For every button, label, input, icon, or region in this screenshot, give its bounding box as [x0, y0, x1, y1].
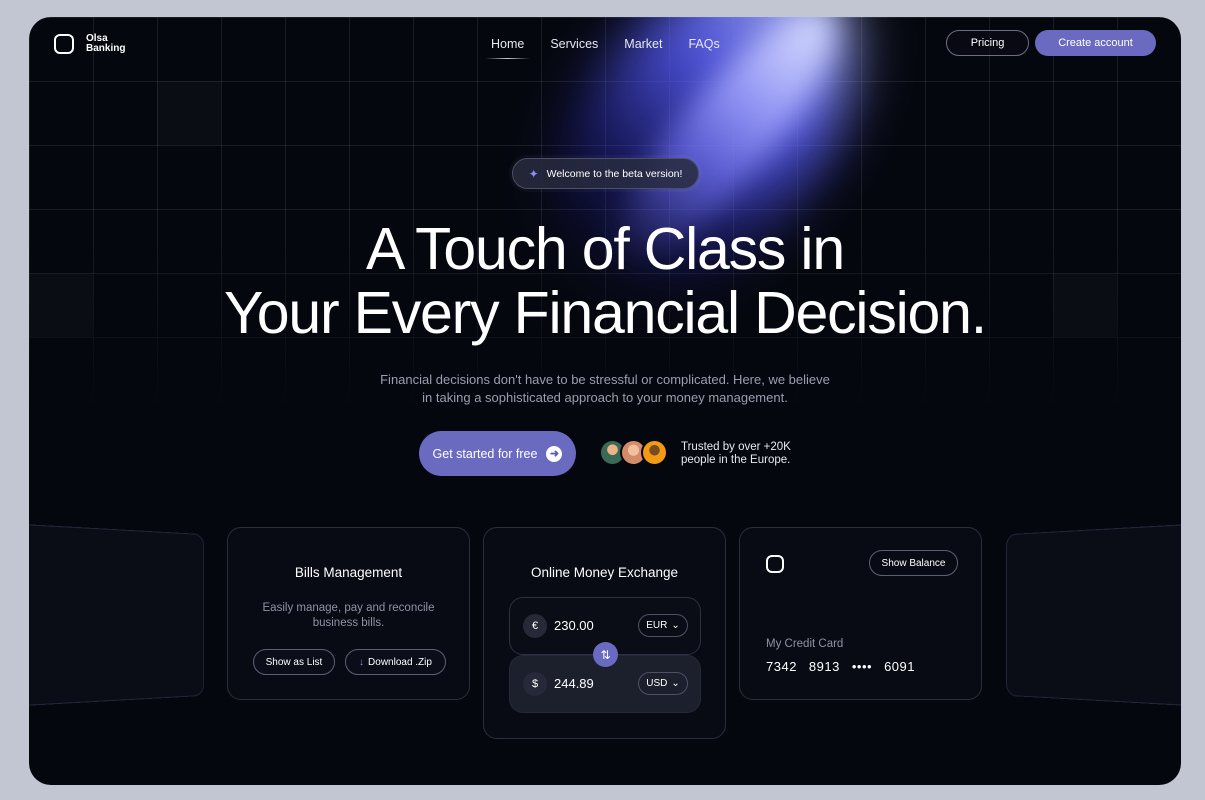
side-card-right [1006, 523, 1181, 707]
trusted-line1: Trusted by over +20K [681, 441, 791, 453]
avatar [641, 439, 668, 466]
user-avatars [599, 439, 668, 466]
show-as-list-button[interactable]: Show as List [253, 649, 335, 675]
download-icon: ↓ [359, 656, 365, 668]
dollar-icon: $ [523, 672, 547, 696]
pricing-button[interactable]: Pricing [946, 30, 1029, 56]
app-frame: Olsa Banking Home Services Market FAQs P… [29, 17, 1181, 785]
to-amount-input[interactable]: 244.89 [554, 676, 594, 691]
card-logo-icon [766, 555, 784, 573]
download-zip-label: Download .Zip [368, 656, 432, 668]
credit-card-label: My Credit Card [766, 638, 844, 650]
beta-badge-label: Welcome to the beta version! [546, 167, 683, 180]
sparkle-icon: ✦ [528, 166, 539, 181]
card-number-group: 8913 [808, 659, 840, 674]
bills-description: Easily manage, pay and reconcile busines… [228, 601, 469, 631]
hero-subtitle: Financial decisions don't have to be str… [29, 371, 1181, 407]
show-as-list-label: Show as List [265, 656, 323, 668]
brand-name: Olsa Banking [86, 34, 130, 54]
money-exchange-card: Online Money Exchange € 230.00 EUR ⌄ $ 2… [483, 527, 726, 739]
grid-cell-highlight [157, 81, 221, 145]
nav-market[interactable]: Market [624, 37, 662, 59]
bills-desc-line1: Easily manage, pay and reconcile [262, 602, 435, 614]
hero-subtitle-line2: in taking a sophisticated approach to yo… [422, 390, 788, 405]
to-currency-select[interactable]: USD ⌄ [638, 672, 688, 695]
nav-home[interactable]: Home [484, 37, 531, 59]
from-currency-select[interactable]: EUR ⌄ [638, 614, 688, 637]
hero-subtitle-line1: Financial decisions don't have to be str… [380, 372, 830, 387]
nav-faqs[interactable]: FAQs [688, 37, 719, 59]
card-number-group: •••• [851, 659, 873, 674]
chevron-down-icon: ⌄ [671, 678, 680, 689]
bills-title: Bills Management [294, 565, 403, 580]
main-nav: Home Services Market FAQs [484, 37, 720, 59]
hero-title-line2: Your Every Financial Decision. [224, 280, 987, 346]
brand-name-line2: Banking [86, 43, 126, 54]
exchange-title: Online Money Exchange [530, 565, 679, 580]
card-number-group: 6091 [884, 659, 915, 674]
nav-services[interactable]: Services [550, 37, 598, 59]
beta-badge[interactable]: ✦ Welcome to the beta version! [512, 158, 699, 189]
create-account-button[interactable]: Create account [1035, 30, 1156, 56]
credit-card-number: 7342 8913 •••• 6091 [766, 659, 915, 674]
show-balance-button[interactable]: Show Balance [869, 550, 958, 576]
get-started-label: Get started for free [432, 446, 538, 461]
from-currency-label: EUR [646, 620, 668, 631]
from-amount-input[interactable]: 230.00 [554, 618, 594, 633]
trusted-line2: people in the Europe. [681, 454, 791, 466]
hero-title-line1: A Touch of Class in [366, 216, 845, 282]
download-zip-button[interactable]: ↓ Download .Zip [345, 649, 446, 675]
to-currency-label: USD [646, 678, 668, 689]
trusted-text: Trusted by over +20K people in the Europ… [681, 441, 791, 467]
brand-logo[interactable]: Olsa Banking [54, 34, 130, 54]
euro-icon: € [523, 614, 547, 638]
get-started-button[interactable]: Get started for free ➜ [419, 431, 576, 476]
swap-icon[interactable]: ⇅ [593, 642, 618, 667]
credit-card-card: Show Balance My Credit Card 7342 8913 ••… [739, 527, 982, 700]
arrow-right-icon: ➜ [546, 445, 563, 462]
card-number-group: 7342 [766, 659, 797, 674]
logo-mark-icon [54, 34, 74, 54]
side-card-left [29, 523, 205, 707]
bills-desc-line2: business bills. [312, 617, 385, 629]
chevron-down-icon: ⌄ [671, 620, 680, 631]
bills-management-card: Bills Management Easily manage, pay and … [227, 527, 470, 700]
